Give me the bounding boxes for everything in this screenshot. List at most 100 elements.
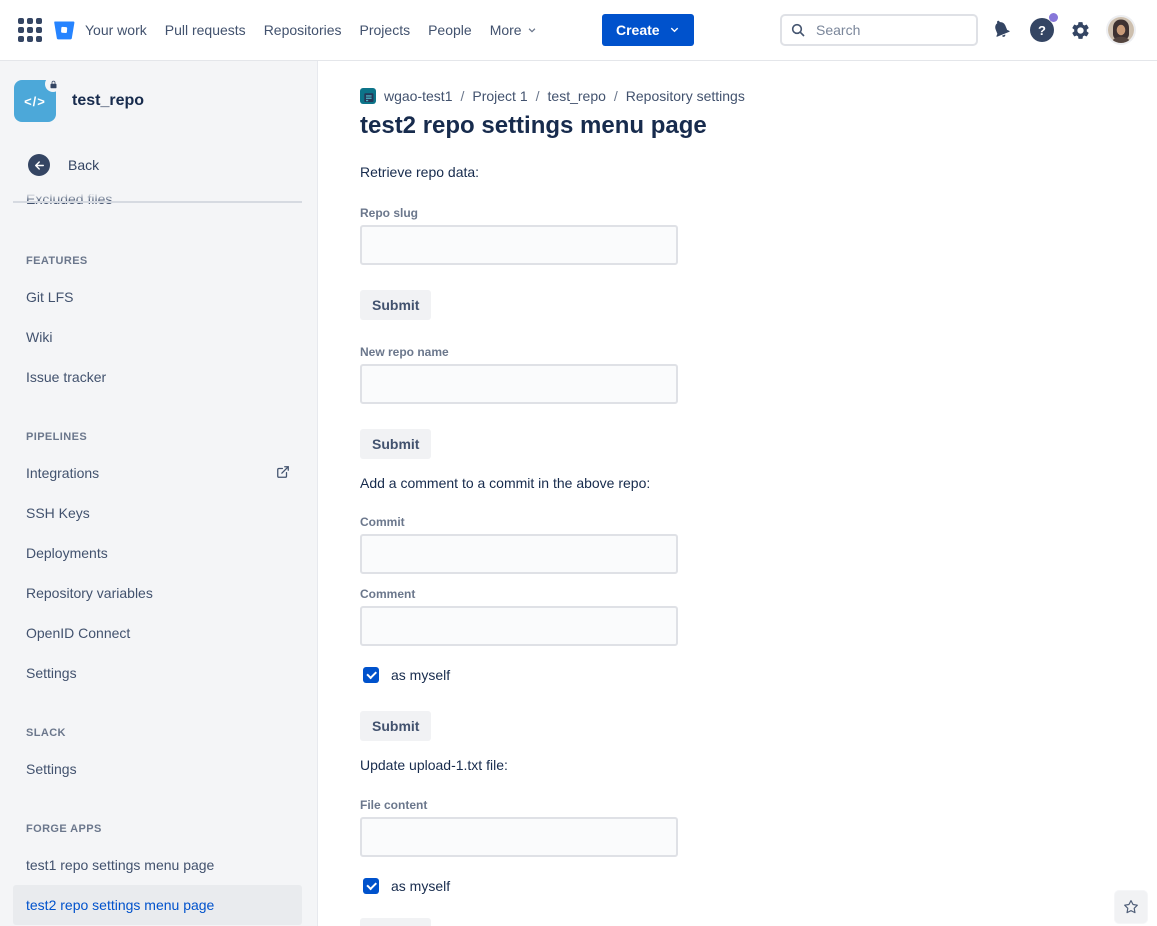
sidebar-item-slack-settings[interactable]: Settings	[13, 749, 302, 789]
sidebar-item-label: SSH Keys	[26, 505, 90, 521]
scroll-fade	[0, 190, 317, 201]
repo-header: </> test_repo	[14, 80, 303, 122]
sidebar-item-label: Wiki	[26, 329, 52, 345]
repo-slug-input[interactable]	[360, 225, 678, 265]
primary-nav: Your work Pull requests Repositories Pro…	[85, 0, 537, 60]
new-repo-name-input[interactable]	[360, 364, 678, 404]
breadcrumb-separator: /	[460, 88, 464, 104]
breadcrumb-repo-icon	[360, 88, 376, 104]
new-repo-name-label: New repo name	[360, 344, 1117, 360]
sidebar-item-integrations[interactable]: Integrations	[13, 453, 302, 493]
sidebar-item-issue-tracker[interactable]: Issue tracker	[13, 357, 302, 397]
section-pipelines-items: Integrations SSH Keys Deployments Reposi…	[0, 453, 317, 693]
bitbucket-repo-settings-page: Your work Pull requests Repositories Pro…	[0, 0, 1157, 926]
submit-comment-button[interactable]: Submit	[360, 711, 431, 741]
nav-pull-requests[interactable]: Pull requests	[165, 22, 246, 38]
sidebar-item-test1-forge-page[interactable]: test1 repo settings menu page	[13, 845, 302, 885]
section-slack-items: Settings	[0, 749, 317, 789]
sidebar-item-label: test1 repo settings menu page	[26, 857, 214, 873]
as-myself-row-comment: as myself	[360, 665, 1117, 685]
breadcrumb-project[interactable]: Project 1	[472, 88, 527, 104]
sidebar-item-label: Deployments	[26, 545, 108, 561]
star-icon	[1123, 899, 1139, 915]
nav-repositories[interactable]: Repositories	[264, 22, 342, 38]
as-myself-checkbox-comment[interactable]	[363, 667, 379, 683]
sidebar-item-label: Integrations	[26, 465, 99, 481]
sidebar-item-wiki[interactable]: Wiki	[13, 317, 302, 357]
intro-update-text: Update upload-1.txt file:	[360, 755, 1117, 775]
repo-avatar: </>	[14, 80, 56, 122]
nav-people[interactable]: People	[428, 22, 472, 38]
breadcrumb-repo[interactable]: test_repo	[548, 88, 606, 104]
help-button[interactable]: ?	[1030, 0, 1054, 60]
sidebar-item-label: Git LFS	[26, 289, 73, 305]
commit-input[interactable]	[360, 534, 678, 574]
file-content-label: File content	[360, 797, 1117, 813]
nav-projects[interactable]: Projects	[360, 22, 411, 38]
submit-rename-button[interactable]: Submit	[360, 429, 431, 459]
sidebar-item-label: OpenID Connect	[26, 625, 130, 641]
create-button[interactable]: Create	[602, 14, 694, 46]
sidebar-divider	[13, 201, 302, 203]
intro-retrieve-text: Retrieve repo data:	[360, 162, 1117, 182]
create-button-label: Create	[616, 22, 660, 38]
breadcrumb-separator: /	[614, 88, 618, 104]
section-heading-pipelines: PIPELINES	[0, 429, 317, 445]
as-myself-checkbox-update[interactable]	[363, 878, 379, 894]
back-arrow-icon	[28, 154, 50, 176]
sidebar-item-deployments[interactable]: Deployments	[13, 533, 302, 573]
sidebar-item-test2-forge-page[interactable]: test2 repo settings menu page	[13, 885, 302, 925]
main-content: wgao-test1 / Project 1 / test_repo / Rep…	[319, 61, 1157, 926]
nav-your-work[interactable]: Your work	[85, 22, 147, 38]
top-navigation-bar: Your work Pull requests Repositories Pro…	[0, 0, 1157, 61]
search-input[interactable]	[780, 14, 978, 46]
chevron-down-icon	[527, 22, 537, 38]
sidebar-item-openid-connect[interactable]: OpenID Connect	[13, 613, 302, 653]
file-content-input[interactable]	[360, 817, 678, 857]
star-button[interactable]	[1115, 891, 1147, 923]
notification-dot	[1049, 13, 1058, 22]
repo-name: test_repo	[72, 92, 144, 110]
lock-icon	[45, 76, 61, 92]
as-myself-label: as myself	[391, 667, 450, 683]
as-myself-label: as myself	[391, 878, 450, 894]
sidebar-item-pipelines-settings[interactable]: Settings	[13, 653, 302, 693]
breadcrumb: wgao-test1 / Project 1 / test_repo / Rep…	[360, 86, 1117, 106]
page-title: test2 repo settings menu page	[360, 112, 1117, 140]
bitbucket-logo[interactable]	[51, 16, 77, 44]
sidebar-item-label: Repository variables	[26, 585, 153, 601]
search-icon	[790, 22, 806, 43]
app-switcher-icon[interactable]	[18, 18, 42, 42]
sidebar-item-label: Issue tracker	[26, 369, 106, 385]
repo-sidebar: </> test_repo Back Excluded files	[0, 61, 318, 926]
sidebar-item-label: Settings	[26, 761, 77, 777]
nav-more-label: More	[490, 22, 522, 38]
repo-slug-label: Repo slug	[360, 205, 1117, 221]
breadcrumb-workspace[interactable]: wgao-test1	[384, 88, 452, 104]
sidebar-item-repository-variables[interactable]: Repository variables	[13, 573, 302, 613]
nav-more[interactable]: More	[490, 22, 537, 38]
user-avatar[interactable]	[1108, 0, 1134, 60]
section-heading-forge-apps: FORGE APPS	[0, 821, 317, 837]
settings-gear-icon[interactable]	[1070, 0, 1091, 60]
sidebar-item-label: test2 repo settings menu page	[26, 897, 214, 913]
submit-retrieve-button[interactable]: Submit	[360, 290, 431, 320]
back-button[interactable]: Back	[28, 154, 303, 176]
section-heading-slack: SLACK	[0, 725, 317, 741]
submit-update-button[interactable]: Submit	[360, 918, 431, 926]
clipped-sidebar-item: Excluded files	[0, 190, 317, 212]
search-box	[780, 14, 978, 46]
section-heading-features: FEATURES	[0, 253, 317, 269]
notification-bell-icon[interactable]	[991, 0, 1012, 60]
sidebar-item-label: Settings	[26, 665, 77, 681]
intro-comment-text: Add a comment to a commit in the above r…	[360, 473, 1117, 493]
commit-label: Commit	[360, 514, 1117, 530]
section-features-items: Git LFS Wiki Issue tracker	[0, 277, 317, 397]
breadcrumb-separator: /	[536, 88, 540, 104]
chevron-down-icon	[669, 22, 680, 38]
help-icon: ?	[1030, 18, 1054, 42]
sidebar-item-ssh-keys[interactable]: SSH Keys	[13, 493, 302, 533]
comment-input[interactable]	[360, 606, 678, 646]
sidebar-item-git-lfs[interactable]: Git LFS	[13, 277, 302, 317]
breadcrumb-current: Repository settings	[626, 88, 745, 104]
